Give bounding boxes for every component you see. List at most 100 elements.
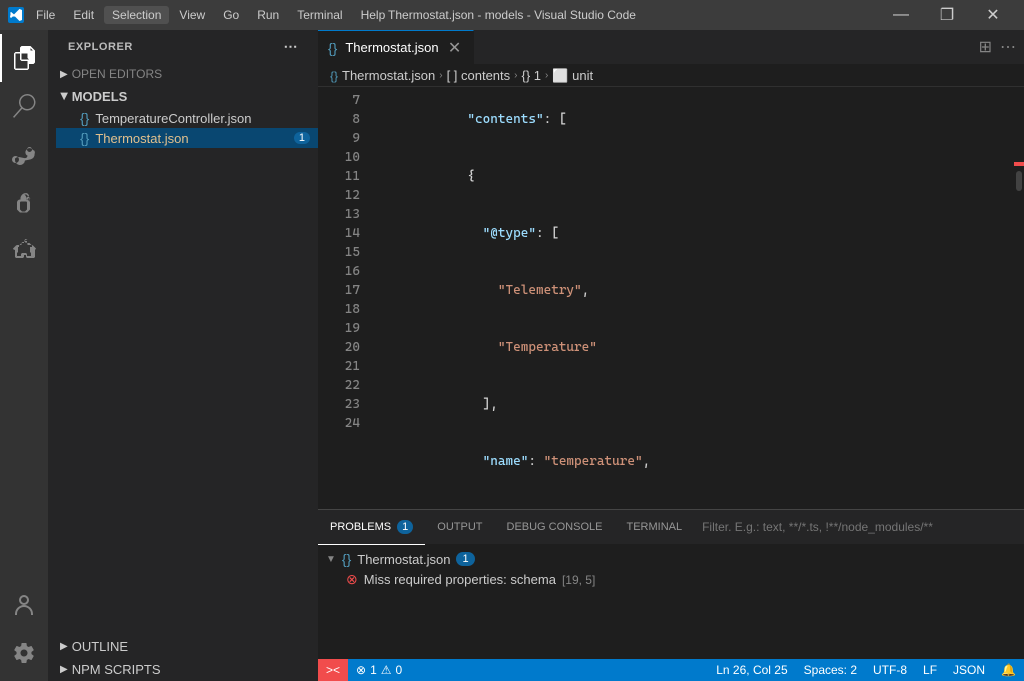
line-num-24: 24 [318,414,360,433]
status-spaces[interactable]: Spaces: 2 [796,659,865,681]
breadcrumb-unit-label: ⬜ unit [552,68,593,84]
npm-scripts-header[interactable]: ▶ NPM SCRIPTS [48,658,318,681]
menu-run[interactable]: Run [249,6,287,24]
npm-scripts-section: ▶ NPM SCRIPTS [48,658,318,681]
minimize-button[interactable]: — [878,0,924,30]
tab-thermostat[interactable]: {} Thermostat.json ✕ [318,30,474,64]
status-bar-right: Ln 26, Col 25 Spaces: 2 UTF-8 LF JSON 🔔 [708,659,1024,681]
code-line-9: "@type": [ [376,205,1024,262]
remote-icon: >< [326,663,340,677]
main-layout: EXPLORER ⋯ ▶ OPEN EDITORS ▶ MODELS {} [0,30,1024,681]
sidebar: EXPLORER ⋯ ▶ OPEN EDITORS ▶ MODELS {} [48,30,318,681]
breadcrumb-sep-3: › [545,70,548,81]
status-errors[interactable]: ⊗ 1 ⚠ 0 [348,659,410,681]
line-num-9: 9 [318,129,360,148]
breadcrumb-file[interactable]: {} Thermostat.json [330,68,435,83]
explorer-activity-icon[interactable] [0,34,48,82]
line-num-7: 7 [318,91,360,110]
file-item-thermostat[interactable]: {} Thermostat.json 1 [56,128,318,148]
status-remote[interactable]: >< [318,659,348,681]
problem-group-count: 1 [456,552,474,566]
npm-scripts-label: NPM SCRIPTS [72,662,161,677]
menu-go[interactable]: Go [215,6,247,24]
tab-terminal[interactable]: TERMINAL [614,510,694,545]
titlebar: File Edit Selection View Go Run Terminal… [0,0,1024,30]
problem-group-chevron: ▼ [326,554,336,565]
tab-debug-console[interactable]: DEBUG CONSOLE [495,510,615,545]
vscode-logo [8,7,24,23]
line-num-22: 22 [318,376,360,395]
problem-item-schema[interactable]: ⊗ Miss required properties: schema [19, … [326,569,1016,590]
menu-terminal[interactable]: Terminal [289,6,350,24]
breadcrumb-file-icon: {} [330,69,338,83]
breadcrumb: {} Thermostat.json › [ ] contents › {} 1… [318,65,1024,87]
status-eol[interactable]: LF [915,659,945,681]
activity-bottom [0,581,48,681]
tab-output[interactable]: OUTPUT [425,510,494,545]
search-activity-icon[interactable] [0,82,48,130]
breadcrumb-contents[interactable]: [ ] contents [447,68,511,83]
extensions-activity-icon[interactable] [0,226,48,274]
line-num-18: 18 [318,300,360,319]
panel-tabs: PROBLEMS 1 OUTPUT DEBUG CONSOLE TERMINAL [318,510,1024,545]
terminal-tab-label: TERMINAL [626,521,682,533]
status-position[interactable]: Ln 26, Col 25 [708,659,795,681]
spaces-label: Spaces: 2 [804,663,857,677]
split-editor-icon[interactable]: ⊞ [977,35,994,59]
breadcrumb-sep-1: › [439,70,442,81]
npm-scripts-chevron: ▶ [60,664,68,675]
problem-item-text: Miss required properties: schema [364,572,556,587]
panel: PROBLEMS 1 OUTPUT DEBUG CONSOLE TERMINAL [318,509,1024,659]
models-header[interactable]: ▶ MODELS [48,85,318,108]
more-actions-icon[interactable]: ⋯ [998,35,1018,59]
error-icon-status: ⊗ [356,663,366,677]
open-editors-header[interactable]: ▶ OPEN EDITORS [48,63,318,85]
status-language[interactable]: JSON [945,659,993,681]
breadcrumb-sep-2: › [514,70,517,81]
breadcrumb-unit[interactable]: ⬜ unit [552,68,593,84]
menu-file[interactable]: File [28,6,63,24]
source-control-activity-icon[interactable] [0,130,48,178]
titlebar-left: File Edit Selection View Go Run Terminal… [8,6,393,24]
maximize-button[interactable]: ❐ [924,0,970,30]
tab-close-thermostat[interactable]: ✕ [447,40,463,56]
status-encoding[interactable]: UTF-8 [865,659,915,681]
open-editors-label: OPEN EDITORS [72,67,162,81]
new-file-icon[interactable]: ⋯ [283,38,298,55]
code-content[interactable]: "contents": [ { "@type": [ "Telemetry", [368,87,1024,509]
tab-bar: {} Thermostat.json ✕ ⊞ ⋯ [318,30,1024,65]
code-editor[interactable]: 7 8 9 10 11 12 13 14 15 16 17 18 19 20 2… [318,87,1024,509]
line-num-12: 12 [318,186,360,205]
menu-edit[interactable]: Edit [65,6,102,24]
close-button[interactable]: ✕ [970,0,1016,30]
breadcrumb-1[interactable]: {} 1 [522,68,542,83]
line-num-21: 21 [318,357,360,376]
file-item-temperature-controller[interactable]: {} TemperatureController.json [56,108,318,128]
sidebar-header: EXPLORER ⋯ [48,30,318,63]
code-line-12: ], [376,376,1024,433]
accounts-activity-icon[interactable] [0,581,48,629]
scrollbar-track[interactable] [1014,87,1024,509]
line-num-8: 8 [318,110,360,129]
problem-group-filename: Thermostat.json [357,552,450,567]
json-file-icon-temperature: {} [80,110,89,126]
settings-activity-icon[interactable] [0,629,48,677]
status-notifications[interactable]: 🔔 [993,659,1024,681]
output-tab-label: OUTPUT [437,521,482,533]
tab-problems[interactable]: PROBLEMS 1 [318,510,425,545]
outline-section: ▶ OUTLINE [48,635,318,658]
activity-bar [0,30,48,681]
line-num-13: 13 [318,205,360,224]
line-num-23: 23 [318,395,360,414]
filter-input[interactable] [702,520,1016,534]
run-debug-activity-icon[interactable] [0,178,48,226]
scrollbar-thumb[interactable] [1016,171,1022,191]
tab-label-thermostat: Thermostat.json [345,40,438,55]
problem-group-thermostat[interactable]: ▼ {} Thermostat.json 1 [326,549,1016,569]
line-num-20: 20 [318,338,360,357]
code-line-11: "Temperature" [376,319,1024,376]
line-num-17: 17 [318,281,360,300]
menu-selection[interactable]: Selection [104,6,169,24]
outline-header[interactable]: ▶ OUTLINE [48,635,318,658]
menu-view[interactable]: View [171,6,213,24]
